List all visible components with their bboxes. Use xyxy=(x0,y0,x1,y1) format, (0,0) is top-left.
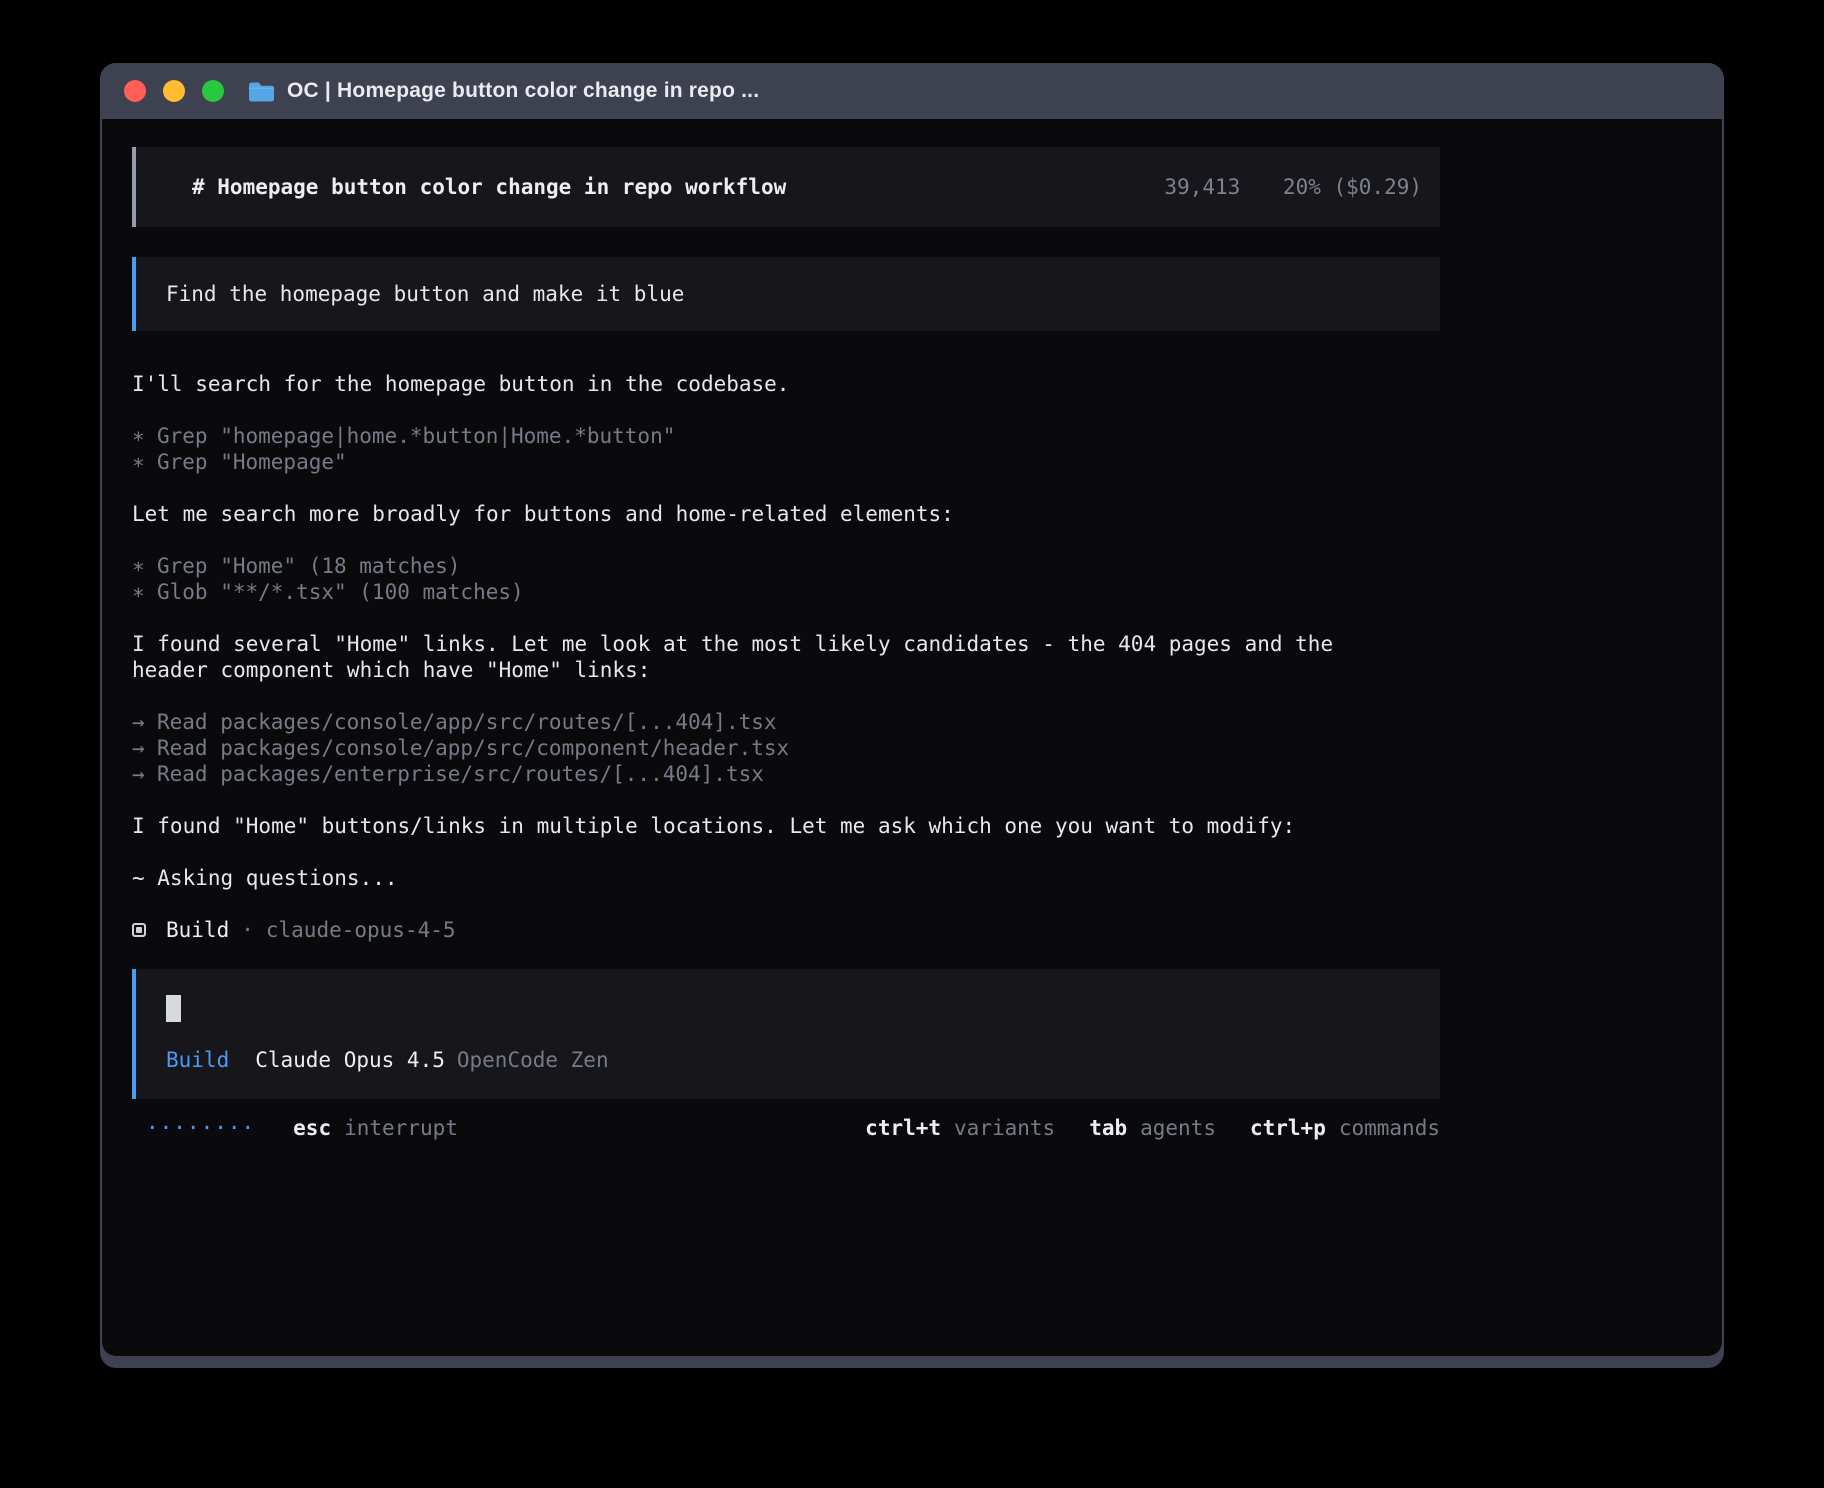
agent-model: claude-opus-4-5 xyxy=(266,917,456,943)
assistant-text: I'll search for the homepage button in t… xyxy=(132,371,1378,397)
esc-key-label: interrupt xyxy=(344,1115,458,1141)
hint-label: agents xyxy=(1140,1115,1216,1141)
tool-call-text: Grep "homepage|home.*button|Home.*button… xyxy=(157,424,675,448)
terminal-content: # Homepage button color change in repo w… xyxy=(102,119,1722,1356)
session-meta: 39,413 20% ($0.29) xyxy=(1164,174,1422,200)
hint-key: tab xyxy=(1089,1115,1127,1141)
titlebar[interactable]: OC | Homepage button color change in rep… xyxy=(100,63,1724,119)
tool-asterisk-icon: ∗ xyxy=(132,423,157,449)
read-tool-line: →Read packages/console/app/src/routes/[.… xyxy=(132,709,1378,735)
hint-label: commands xyxy=(1339,1115,1440,1141)
assistant-text: I found several "Home" links. Let me loo… xyxy=(132,631,1378,683)
agent-name: Build xyxy=(166,917,229,943)
read-tool-group: →Read packages/console/app/src/routes/[.… xyxy=(132,709,1378,787)
assistant-text: I found "Home" buttons/links in multiple… xyxy=(132,813,1378,839)
spinner-dots: ········ xyxy=(146,1115,255,1141)
tool-asterisk-icon: ∗ xyxy=(132,579,157,605)
agent-status-line: Build · claude-opus-4-5 xyxy=(132,917,1378,943)
hint-commands: ctrl+p commands xyxy=(1250,1115,1440,1141)
context-usage: 20% ($0.29) xyxy=(1283,175,1422,199)
zoom-button[interactable] xyxy=(202,80,224,102)
model-status-line: Build Claude Opus 4.5 OpenCode Zen xyxy=(166,1047,1410,1073)
minimize-button[interactable] xyxy=(163,80,185,102)
tool-call-text: Glob "**/*.tsx" (100 matches) xyxy=(157,580,524,604)
status-bar: ········ esc interrupt ctrl+t variants t… xyxy=(132,1115,1440,1141)
read-tool-line: →Read packages/console/app/src/component… xyxy=(132,735,1378,761)
prompt-input[interactable]: Build Claude Opus 4.5 OpenCode Zen xyxy=(132,969,1440,1099)
hint-agents: tab agents xyxy=(1089,1115,1216,1141)
session-title: # Homepage button color change in repo w… xyxy=(192,174,786,200)
hint-key: ctrl+p xyxy=(1250,1115,1326,1141)
window-title: OC | Homepage button color change in rep… xyxy=(287,79,759,103)
tool-call-text: Grep "Homepage" xyxy=(157,450,347,474)
text-cursor xyxy=(166,995,181,1022)
read-arrow-icon: → xyxy=(132,761,157,787)
session-content: # Homepage button color change in repo w… xyxy=(132,147,1440,1141)
model-name: Claude Opus 4.5 xyxy=(255,1048,445,1072)
tool-call-group: ∗Grep "Home" (18 matches) ∗Glob "**/*.ts… xyxy=(132,553,1378,605)
esc-key-hint: esc xyxy=(293,1115,331,1141)
hint-key: ctrl+t xyxy=(865,1115,941,1141)
tool-call-line: ∗Grep "Homepage" xyxy=(132,449,1378,475)
hint-variants: ctrl+t variants xyxy=(865,1115,1055,1141)
read-arrow-icon: → xyxy=(132,709,157,735)
read-arrow-icon: → xyxy=(132,735,157,761)
agent-mode-label: Build xyxy=(166,1048,229,1072)
tool-call-text: Grep "Home" (18 matches) xyxy=(157,554,460,578)
user-message-text: Find the homepage button and make it blu… xyxy=(166,282,684,306)
terminal-window: OC | Homepage button color change in rep… xyxy=(100,63,1724,1368)
hint-label: variants xyxy=(954,1115,1055,1141)
read-tool-text: Read packages/enterprise/src/routes/[...… xyxy=(157,762,764,786)
folder-icon xyxy=(248,80,275,102)
session-header: # Homepage button color change in repo w… xyxy=(132,147,1440,227)
provider-name: OpenCode Zen xyxy=(457,1048,609,1072)
tool-call-line: ∗Grep "Home" (18 matches) xyxy=(132,553,1378,579)
asking-questions-status: ~ Asking questions... xyxy=(132,865,1378,891)
traffic-lights xyxy=(124,80,224,102)
assistant-text: Let me search more broadly for buttons a… xyxy=(132,501,1378,527)
close-button[interactable] xyxy=(124,80,146,102)
read-tool-text: Read packages/console/app/src/component/… xyxy=(157,736,789,760)
token-count: 39,413 xyxy=(1164,175,1240,199)
tool-call-group: ∗Grep "homepage|home.*button|Home.*butto… xyxy=(132,423,1378,475)
tool-call-line: ∗Glob "**/*.tsx" (100 matches) xyxy=(132,579,1378,605)
user-message: Find the homepage button and make it blu… xyxy=(132,257,1440,331)
keyboard-hints: ctrl+t variants tab agents ctrl+p comman… xyxy=(865,1115,1440,1141)
tool-call-line: ∗Grep "homepage|home.*button|Home.*butto… xyxy=(132,423,1378,449)
read-tool-text: Read packages/console/app/src/routes/[..… xyxy=(157,710,777,734)
tool-asterisk-icon: ∗ xyxy=(132,449,157,475)
tool-asterisk-icon: ∗ xyxy=(132,553,157,579)
agent-status-icon xyxy=(132,923,146,937)
read-tool-line: →Read packages/enterprise/src/routes/[..… xyxy=(132,761,1378,787)
separator-dot: · xyxy=(241,917,254,943)
